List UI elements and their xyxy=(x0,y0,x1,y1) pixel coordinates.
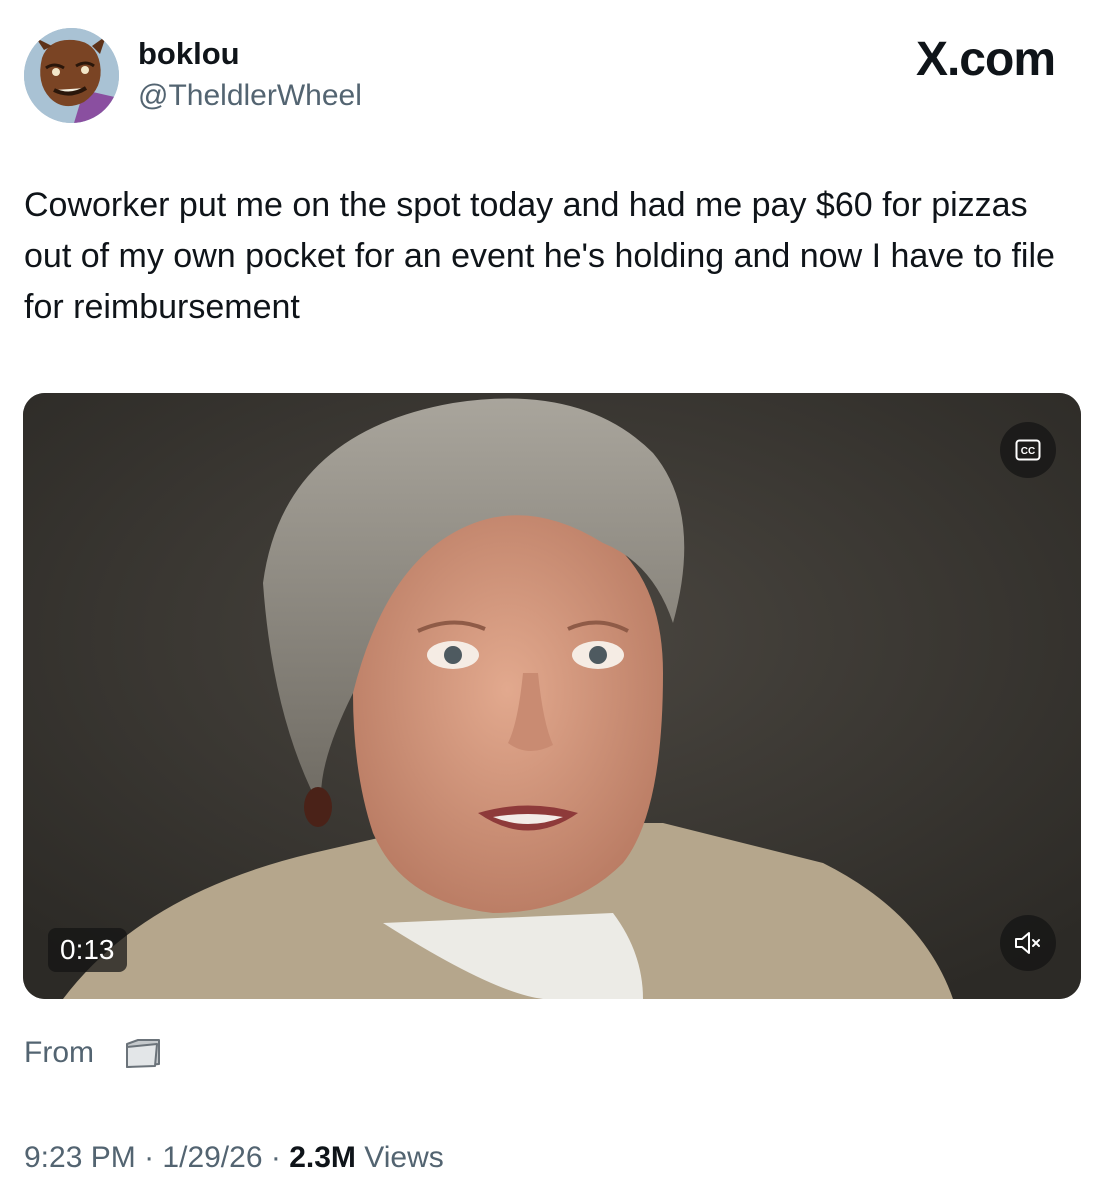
video-duration: 0:13 xyxy=(48,928,127,972)
tweet-text: Coworker put me on the spot today and ha… xyxy=(24,186,1055,326)
views-count[interactable]: 2.3M xyxy=(289,1141,356,1174)
unmute-button[interactable] xyxy=(1000,915,1056,971)
closed-captions-icon: CC xyxy=(1015,439,1041,461)
source-label: From xyxy=(24,1036,94,1069)
author-handle[interactable]: @TheldlerWheel xyxy=(138,79,362,113)
volume-muted-icon xyxy=(1015,932,1040,954)
tweet-time[interactable]: 9:23 PM xyxy=(24,1141,136,1174)
meta-separator: · xyxy=(270,1141,281,1174)
meta-separator: · xyxy=(144,1141,155,1174)
tweet-meta: 9:23 PM · 1/29/26 · 2.3M Views xyxy=(24,1141,444,1175)
tweet-date[interactable]: 1/29/26 xyxy=(162,1141,262,1174)
captions-button[interactable]: CC xyxy=(1000,422,1056,478)
video-frame xyxy=(23,393,1081,999)
cartoon-avatar-icon xyxy=(24,28,119,123)
folder-icon[interactable] xyxy=(124,1036,162,1070)
author-display-name[interactable]: boklou xyxy=(138,36,240,72)
source-row: From xyxy=(24,1036,162,1070)
svg-text:CC: CC xyxy=(1021,446,1035,457)
brand-label: X.com xyxy=(915,33,1056,86)
views-label: Views xyxy=(364,1141,444,1174)
author-avatar[interactable] xyxy=(24,28,119,123)
video-player[interactable]: CC 0:13 xyxy=(23,393,1081,999)
